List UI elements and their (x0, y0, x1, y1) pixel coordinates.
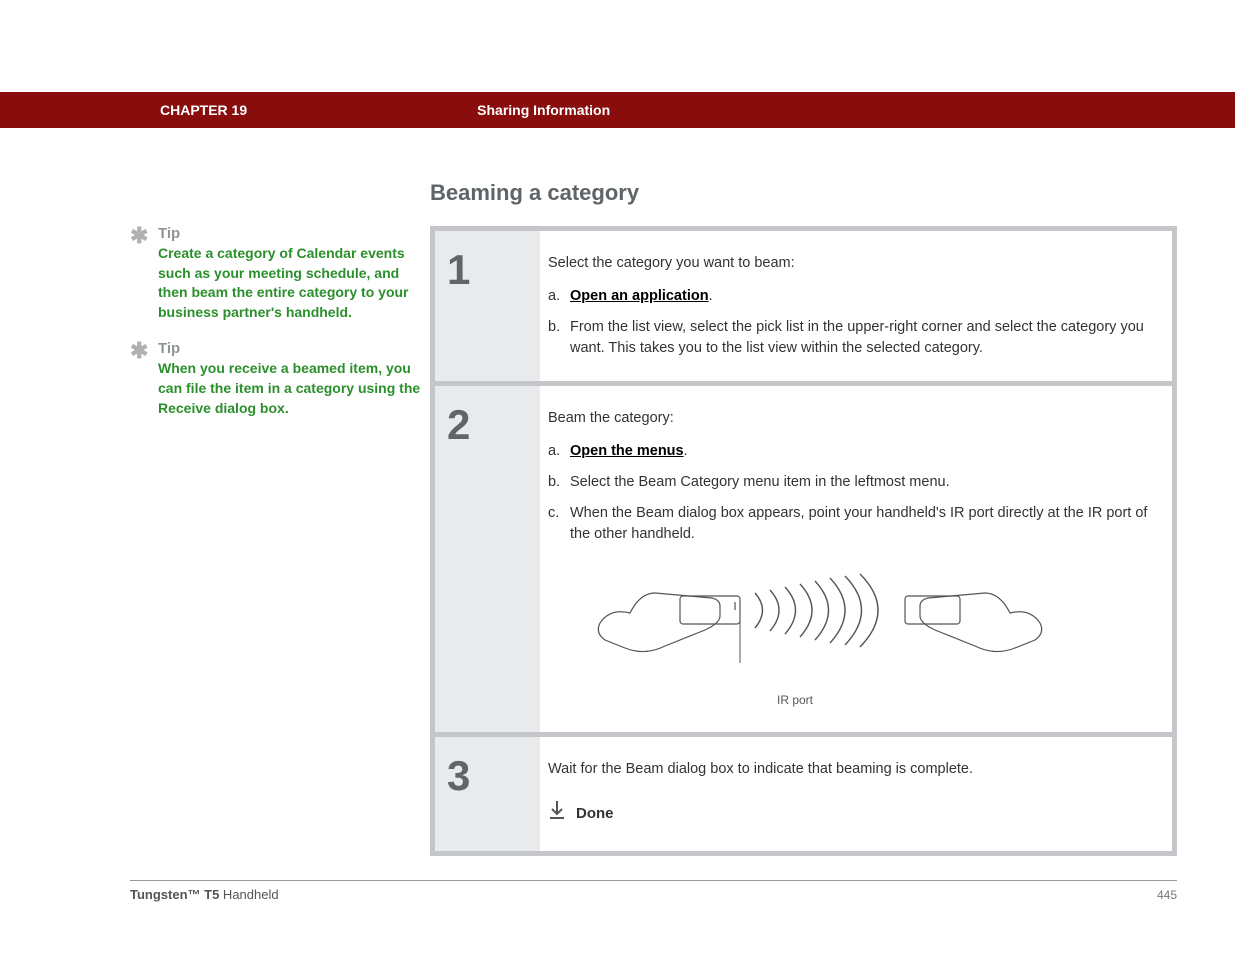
header-bar: CHAPTER 19 Sharing Information (0, 92, 1235, 128)
tip-label: Tip (158, 225, 430, 242)
step-intro: Select the category you want to beam: (548, 253, 1154, 274)
tip-text: When you receive a beamed item, you can … (158, 359, 430, 418)
list-item: a. Open an application. (548, 286, 1154, 307)
sub-letter: a. (548, 286, 570, 307)
step-number: 3 (447, 755, 470, 797)
ir-port-caption: IR port (545, 692, 1045, 709)
list-item: c. When the Beam dialog box appears, poi… (548, 503, 1154, 545)
list-item: b. From the list view, select the pick l… (548, 317, 1154, 359)
footer: Tungsten™ T5 Handheld 445 (130, 880, 1177, 902)
step-number-cell: 2 (435, 386, 540, 731)
step-body: Wait for the Beam dialog box to indicate… (540, 737, 1172, 851)
list-item: a. Open the menus. (548, 441, 1154, 462)
steps-container: 1 Select the category you want to beam: … (430, 226, 1177, 856)
step-intro: Wait for the Beam dialog box to indicate… (548, 759, 1154, 780)
step-number-cell: 3 (435, 737, 540, 851)
tip-block: ✱ Tip Create a category of Calendar even… (130, 225, 430, 322)
list-item: b. Select the Beam Category menu item in… (548, 472, 1154, 493)
open-menus-link[interactable]: Open the menus (570, 443, 684, 459)
step-body: Beam the category: a. Open the menus. b.… (540, 386, 1172, 731)
step-row: 1 Select the category you want to beam: … (435, 231, 1172, 381)
product-name-rest: Handheld (219, 887, 278, 902)
open-application-link[interactable]: Open an application (570, 288, 709, 304)
footer-product: Tungsten™ T5 Handheld (130, 887, 279, 902)
download-arrow-icon (548, 800, 566, 829)
ir-beam-svg (570, 563, 1070, 683)
sub-letter: b. (548, 472, 570, 493)
asterisk-icon: ✱ (130, 340, 158, 418)
page-title: Beaming a category (430, 180, 1177, 206)
ir-beam-illustration: IR port (570, 563, 1070, 709)
product-name-bold: Tungsten™ T5 (130, 887, 219, 902)
tip-text: Create a category of Calendar events suc… (158, 244, 430, 322)
main-content: Beaming a category 1 Select the category… (430, 180, 1177, 869)
step-body: Select the category you want to beam: a.… (540, 231, 1172, 381)
page-number: 445 (1157, 888, 1177, 902)
sub-text: When the Beam dialog box appears, point … (570, 503, 1154, 545)
tip-label: Tip (158, 340, 430, 357)
section-title: Sharing Information (477, 102, 610, 118)
step-number-cell: 1 (435, 231, 540, 381)
step-row: 2 Beam the category: a. Open the menus. (435, 386, 1172, 731)
step-intro: Beam the category: (548, 408, 1154, 429)
sub-text: From the list view, select the pick list… (570, 317, 1154, 359)
sub-text: Select the Beam Category menu item in th… (570, 472, 1154, 493)
done-label: Done (576, 803, 614, 825)
done-indicator: Done (548, 800, 1154, 829)
step-row: 3 Wait for the Beam dialog box to indica… (435, 737, 1172, 851)
chapter-label: CHAPTER 19 (160, 102, 247, 118)
step-number: 1 (447, 249, 470, 291)
tip-block: ✱ Tip When you receive a beamed item, yo… (130, 340, 430, 418)
sidebar: ✱ Tip Create a category of Calendar even… (130, 180, 430, 869)
sub-letter: a. (548, 441, 570, 462)
sub-letter: b. (548, 317, 570, 359)
sub-letter: c. (548, 503, 570, 545)
asterisk-icon: ✱ (130, 225, 158, 322)
step-number: 2 (447, 404, 470, 446)
